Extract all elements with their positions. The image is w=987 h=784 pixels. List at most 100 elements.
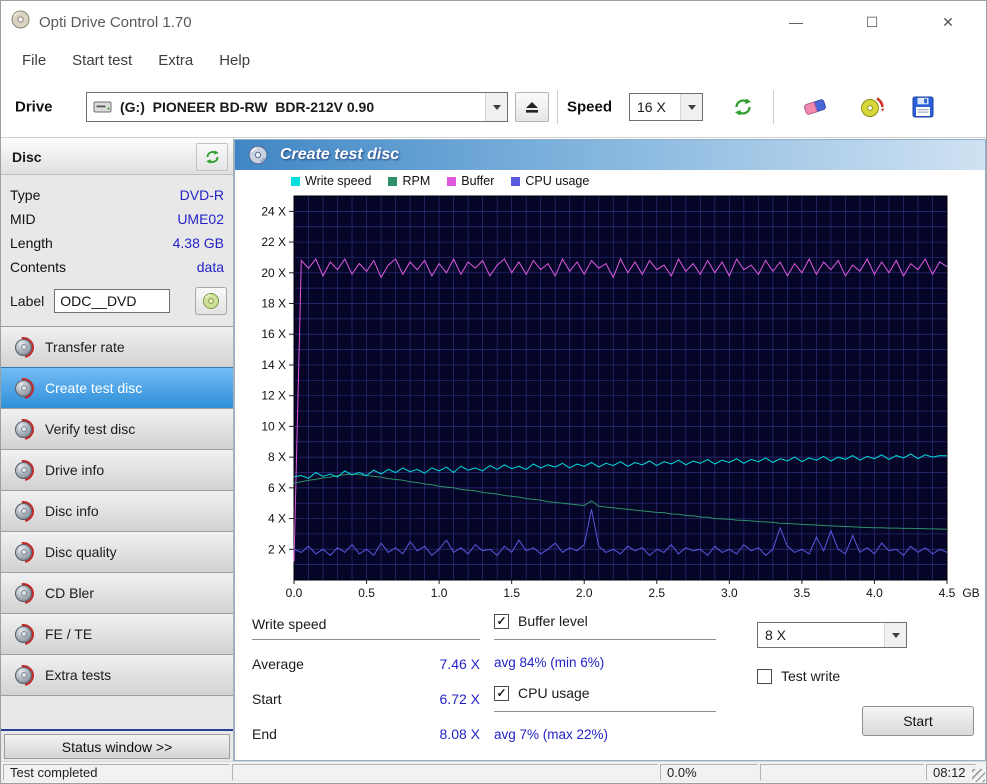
sidebar-divider	[1, 729, 233, 731]
sidebar-item-label: CD Bler	[45, 585, 95, 601]
sidebar-item-extra-tests[interactable]: Extra tests	[1, 654, 233, 696]
legend-item-rpm: RPM	[388, 174, 430, 188]
svg-text:1.0: 1.0	[431, 586, 448, 600]
burn-disc-icon	[861, 97, 884, 117]
speed-select-arrow[interactable]	[680, 94, 702, 120]
sidebar-item-verify-test-disc[interactable]: Verify test disc	[1, 408, 233, 450]
legend-item-buffer: Buffer	[447, 174, 494, 188]
info-label: Contents	[10, 259, 67, 275]
resize-grip[interactable]	[972, 769, 985, 782]
svg-text:22 X: 22 X	[261, 235, 286, 249]
sidebar-item-disc-quality[interactable]: Disc quality	[1, 531, 233, 573]
svg-text:4 X: 4 X	[268, 512, 286, 526]
cpu-usage-checkbox[interactable]: ✓	[494, 685, 509, 701]
drive-select-arrow[interactable]	[485, 93, 507, 121]
info-label: Type	[10, 187, 41, 203]
window-title: Opti Drive Control 1.70	[39, 13, 192, 31]
result-value: 8.08 X	[439, 725, 480, 742]
disc-label-button[interactable]	[195, 287, 227, 315]
speed-label: Speed	[567, 98, 613, 116]
disc-info-row-mid: MID UME02	[10, 207, 224, 231]
save-icon	[912, 96, 934, 118]
burn-speed-select[interactable]: 8 X	[757, 622, 907, 648]
sidebar-item-label: Drive info	[45, 462, 105, 478]
sidebar-item-cd-bler[interactable]: CD Bler	[1, 572, 233, 614]
save-button[interactable]	[904, 90, 942, 124]
disc-icon	[15, 379, 32, 397]
sidebar-item-label: Create test disc	[45, 380, 143, 396]
buffer-level-label: Buffer level	[518, 613, 588, 629]
main-panel: Create test disc Write speed RPM Buffer CPU…	[234, 139, 986, 761]
sidebar-item-drive-info[interactable]: Drive info	[1, 449, 233, 491]
label-input[interactable]	[54, 289, 171, 313]
status-window-button[interactable]: Status window >>	[4, 734, 230, 759]
burn-tools-button[interactable]	[851, 90, 893, 124]
result-row-average: Average 7.46 X	[252, 646, 480, 681]
menu-item-start-test[interactable]: Start test	[59, 46, 145, 75]
svg-text:24 X: 24 X	[261, 204, 286, 218]
label-field-label: Label	[10, 293, 45, 309]
buffer-level-checkbox[interactable]: ✓	[494, 613, 509, 629]
divider	[252, 639, 480, 640]
svg-text:3.5: 3.5	[794, 586, 811, 600]
refresh-speeds-button[interactable]	[725, 92, 761, 122]
maximize-button[interactable]: ☐	[834, 1, 910, 43]
disc-icon	[15, 420, 32, 438]
drive-icon	[93, 101, 112, 113]
close-button[interactable]: ✕	[910, 1, 986, 43]
sidebar-item-label: FE / TE	[45, 626, 93, 642]
sidebar-item-disc-info[interactable]: Disc info	[1, 490, 233, 532]
disc-icon	[15, 666, 32, 684]
svg-text:12 X: 12 X	[261, 389, 286, 403]
disc-info-row-contents: Contents data	[10, 255, 224, 279]
disc-icon	[203, 293, 219, 309]
statusbar-spacer	[760, 764, 924, 781]
legend-swatch	[511, 176, 521, 186]
test-write-label: Test write	[781, 668, 841, 684]
drive-select[interactable]: (G:) PIONEER BD-RW BDR-212V 0.90	[86, 92, 508, 122]
svg-text:0.5: 0.5	[358, 586, 375, 600]
legend-item-write-speed: Write speed	[291, 174, 371, 188]
result-label: Average	[252, 655, 304, 672]
menu-bar: File Start test Extra Help	[1, 43, 986, 77]
disc-icon	[15, 543, 32, 561]
svg-text:20 X: 20 X	[261, 266, 286, 280]
legend-swatch	[388, 176, 398, 186]
eject-button[interactable]	[515, 92, 549, 122]
speed-select[interactable]: 16 X	[629, 93, 703, 121]
menu-item-file[interactable]: File	[9, 46, 59, 75]
svg-text:2.0: 2.0	[576, 586, 593, 600]
sidebar-item-transfer-rate[interactable]: Transfer rate	[1, 326, 233, 368]
menu-item-extra[interactable]: Extra	[145, 46, 206, 75]
sidebar-item-fe-te[interactable]: FE / TE	[1, 613, 233, 655]
result-value: 7.46 X	[439, 655, 480, 672]
sidebar-item-create-test-disc[interactable]: Create test disc	[1, 367, 233, 409]
elapsed-time: 08:12	[926, 764, 976, 781]
legend-label: RPM	[402, 174, 431, 188]
sidebar-buttons: Transfer rate Create test disc Verify test…	[1, 326, 233, 696]
svg-text:18 X: 18 X	[261, 297, 286, 311]
eject-icon	[526, 101, 538, 113]
disc-icon	[15, 338, 32, 356]
legend-label: Write speed	[305, 174, 372, 188]
burn-speed-arrow[interactable]	[884, 623, 906, 647]
burn-speed-value: 8 X	[765, 627, 787, 643]
eraser-icon	[804, 99, 826, 115]
menu-item-help[interactable]: Help	[206, 46, 263, 75]
minimize-button[interactable]: —	[758, 1, 834, 43]
test-write-checkbox[interactable]	[757, 668, 772, 684]
erase-disc-button[interactable]	[795, 90, 835, 124]
svg-text:4.0: 4.0	[866, 586, 883, 600]
write-speed-stats: Average 7.46 X Start 6.72 X End 8.08 X	[252, 646, 480, 751]
svg-text:14 X: 14 X	[261, 358, 286, 372]
info-value: data	[196, 259, 224, 275]
refresh-disc-button[interactable]	[196, 142, 228, 171]
sidebar-item-label: Extra tests	[45, 667, 112, 683]
info-value: DVD-R	[179, 187, 224, 203]
write-test-chart: 0.0 0.5 1.0 1.5 2.0 2.5 3.0 3.5 4.0 4.5 GB 2 X 4 X 6 …	[261, 195, 980, 600]
refresh-icon	[205, 149, 219, 164]
result-label: Start	[252, 690, 282, 707]
svg-text:1.5: 1.5	[503, 586, 520, 600]
start-button[interactable]: Start	[862, 706, 974, 736]
disc-panel-header: Disc	[1, 139, 233, 175]
